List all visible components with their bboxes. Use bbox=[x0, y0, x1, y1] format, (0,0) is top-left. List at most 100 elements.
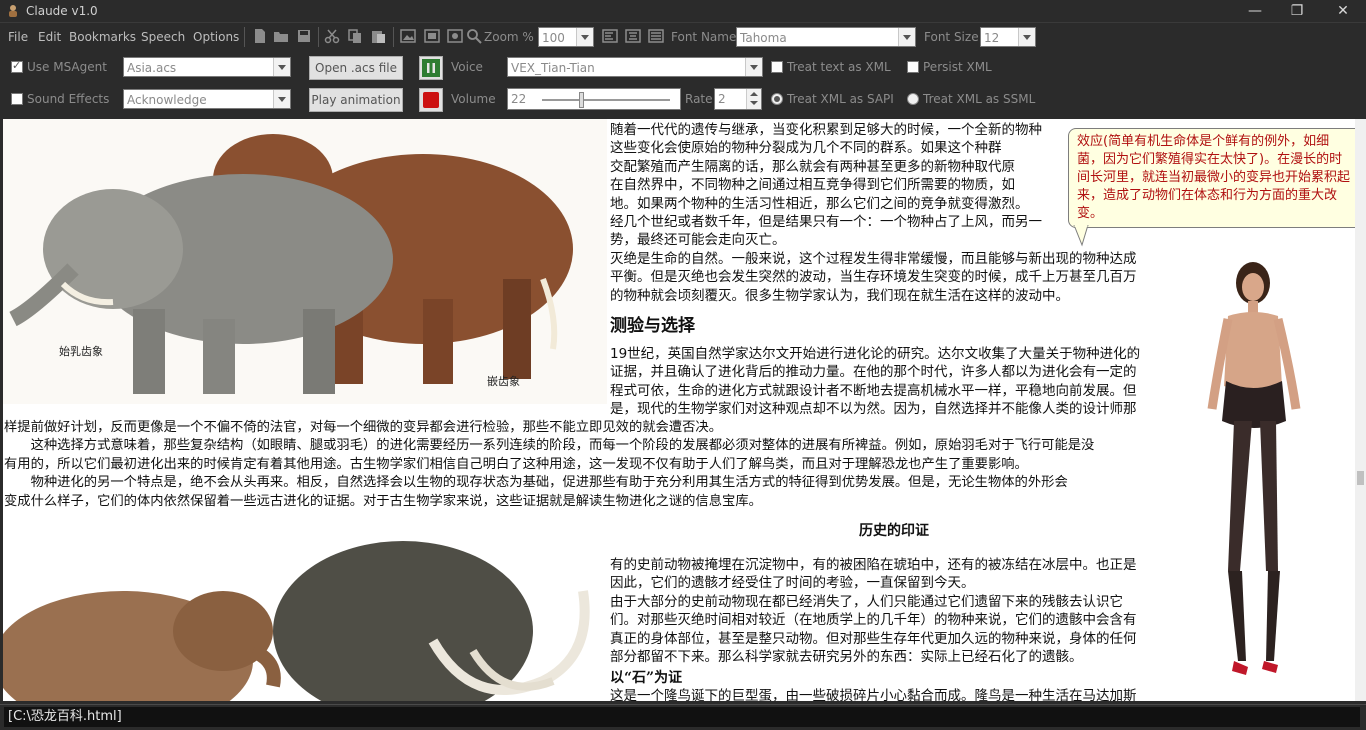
caption-embedded-tusk: 嵌齿象 bbox=[487, 375, 520, 388]
volume-control: 22 bbox=[507, 88, 681, 110]
mammoth-illustration bbox=[3, 511, 607, 701]
minimize-button[interactable]: — bbox=[1232, 0, 1278, 22]
text-line: 随着一代代的遗传与继承，当变化积累到足够大的时候，一个全新的物种 bbox=[610, 122, 1042, 138]
use-msagent-label: Use MSAgent bbox=[27, 60, 107, 74]
toolbar-separator bbox=[393, 27, 394, 47]
text-line: 由于大部分的史前动物现在都已经消失了，人们只能通过它们遗留下来的残骸去认识它 bbox=[610, 593, 1123, 610]
rate-spin-buttons[interactable] bbox=[746, 89, 761, 109]
paragraph-1: 随着一代代的遗传与继承，当变化积累到足够大的时候，一个全新的物种 这些变化会使原… bbox=[610, 121, 1137, 305]
text-line: 部分都留不下来。那么科学家就去研究另外的东西：实际上已经石化了的遗骸。 bbox=[610, 649, 1083, 666]
text-line: 证据，并且确认了进化背后的推动力量。在他的那个时代，许多人都以为进化会有一定的 bbox=[610, 364, 1137, 381]
text-line: 有用的，所以它们最初进化出来的时候肯定有着其他用途。古生物学家们相信自己明白了这… bbox=[4, 456, 1028, 472]
image-fit-icon[interactable] bbox=[424, 28, 440, 44]
title-bar: Claude v1.0 — ❐ ✕ bbox=[0, 0, 1366, 22]
volume-slider-thumb[interactable] bbox=[579, 92, 585, 108]
sound-effects-checkbox[interactable] bbox=[11, 93, 23, 105]
cut-icon[interactable] bbox=[324, 28, 340, 44]
vertical-scrollbar[interactable] bbox=[1355, 119, 1366, 701]
text-line: 的物种就会顷刻覆灭。很多生物学家认为，我们现在就生活在这样的波动中。 bbox=[610, 287, 1069, 304]
open-acs-button[interactable]: Open .acs file bbox=[309, 56, 403, 80]
treat-xml-ssml-radio[interactable] bbox=[907, 93, 919, 105]
paragraph-5: 这是一个隆鸟诞下的巨型蛋，由一些破损碎片小心黏合而成。隆鸟是一种生活在马达加斯 bbox=[610, 688, 1137, 701]
close-button[interactable]: ✕ bbox=[1320, 0, 1366, 22]
zoom-icon[interactable] bbox=[466, 28, 482, 44]
text-line: 们。对那些灭绝时间相对较近（在地质学上的几千年）的物种来说，它们的遗骸中会含有 bbox=[610, 612, 1137, 629]
chevron-down-icon bbox=[273, 58, 290, 76]
animation-value: Acknowledge bbox=[127, 93, 207, 107]
heading-fossil-evidence: 以“石”为证 bbox=[610, 670, 683, 686]
align-justify-icon[interactable] bbox=[648, 28, 664, 44]
agent-speech-balloon: 效应(简单有机生命体是个鲜有的例外，如细菌，因为它们繁殖得实在太快了)。在漫长的… bbox=[1068, 128, 1364, 228]
elephants-illustration bbox=[3, 119, 607, 404]
font-name-value: Tahoma bbox=[740, 31, 787, 45]
text-line: 势，最终还可能会走向灭亡。 bbox=[610, 232, 786, 249]
paste-icon[interactable] bbox=[370, 28, 386, 44]
treat-xml-sapi-radio[interactable] bbox=[771, 93, 783, 105]
menu-options[interactable]: Options bbox=[193, 30, 239, 44]
volume-label: Volume bbox=[451, 92, 496, 106]
treat-text-xml-checkbox[interactable] bbox=[771, 61, 783, 73]
menu-edit[interactable]: Edit bbox=[38, 30, 61, 44]
agent-file-select[interactable]: Asia.acs bbox=[123, 57, 291, 77]
zoom-select[interactable]: 100 bbox=[538, 27, 594, 47]
balloon-text: 效应(简单有机生命体是个鲜有的例外，如细菌，因为它们繁殖得实在太快了)。在漫长的… bbox=[1077, 134, 1351, 221]
rate-label: Rate bbox=[685, 92, 713, 106]
new-file-icon[interactable] bbox=[252, 28, 268, 44]
menu-speech[interactable]: Speech bbox=[141, 30, 185, 44]
agent-character[interactable] bbox=[1198, 261, 1308, 691]
animation-select[interactable]: Acknowledge bbox=[123, 89, 291, 109]
agent-file-value: Asia.acs bbox=[127, 61, 177, 75]
menu-file[interactable]: File bbox=[8, 30, 28, 44]
sound-effects-label: Sound Effects bbox=[27, 92, 110, 106]
use-msagent-checkbox[interactable] bbox=[11, 59, 23, 73]
text-line: 交配繁殖而产生隔离的话，那么就会有两种甚至更多的新物种取代原 bbox=[610, 158, 1015, 175]
menu-bookmarks[interactable]: Bookmarks bbox=[69, 30, 136, 44]
image-size-icon[interactable] bbox=[447, 28, 463, 44]
chevron-down-icon bbox=[745, 58, 762, 76]
treat-text-xml-label: Treat text as XML bbox=[787, 60, 891, 74]
text-line: 有的史前动物被掩埋在沉淀物中，有的被困陷在琥珀中，还有的被冻结在冰层中。也正是 bbox=[610, 557, 1137, 573]
pause-button[interactable] bbox=[419, 56, 443, 80]
window-title: Claude v1.0 bbox=[26, 4, 98, 18]
treat-xml-sapi-label: Treat XML as SAPI bbox=[787, 92, 894, 106]
font-name-select[interactable]: Tahoma bbox=[736, 27, 916, 47]
balloon-tail bbox=[1073, 225, 1089, 247]
text-line: 变成什么样子，它们的体内依然保留着一些远古进化的证据。对于古生物学家来说，这些证… bbox=[4, 493, 762, 509]
chevron-down-icon bbox=[1018, 28, 1035, 46]
chevron-down-icon bbox=[750, 101, 758, 105]
chevron-down-icon bbox=[576, 28, 593, 46]
text-line: 地。如果两个物种的生活习性相近，那么它们之间的竞争就变得激烈。 bbox=[610, 195, 1029, 212]
font-size-select[interactable]: 12 bbox=[980, 27, 1036, 47]
file-path: [C:\恐龙百科.html] bbox=[4, 707, 1360, 727]
rate-value: 2 bbox=[718, 92, 726, 106]
persist-xml-checkbox[interactable] bbox=[907, 61, 919, 73]
scrollbar-thumb[interactable] bbox=[1357, 471, 1364, 485]
save-icon[interactable] bbox=[296, 28, 312, 44]
app-icon bbox=[9, 5, 17, 17]
text-line: 经几个世纪或者数千年，但是结果只有一个：一个物种占了上风，而另一 bbox=[610, 214, 1042, 231]
volume-slider-track[interactable] bbox=[542, 99, 670, 101]
agent-controls: Use MSAgent Asia.acs Open .acs file Voic… bbox=[0, 52, 1366, 118]
voice-select[interactable]: VEX_Tian-Tian bbox=[507, 57, 763, 77]
treat-xml-ssml-label: Treat XML as SSML bbox=[923, 92, 1036, 106]
rate-spinner[interactable]: 2 bbox=[714, 88, 762, 110]
stop-button[interactable] bbox=[419, 88, 443, 112]
copy-icon[interactable] bbox=[347, 28, 363, 44]
stop-icon bbox=[423, 92, 439, 108]
image-icon[interactable] bbox=[400, 28, 416, 44]
open-folder-icon[interactable] bbox=[273, 28, 289, 44]
persist-xml-label: Persist XML bbox=[923, 60, 992, 74]
status-bar: [C:\恐龙百科.html] bbox=[0, 704, 1366, 730]
text-line: 灭绝是生命的自然。一般来说，这个过程发生得非常缓慢，而且能够与新出现的物种达成 bbox=[610, 250, 1137, 267]
paragraph-4: 有的史前动物被掩埋在沉淀物中，有的被困陷在琥珀中，还有的被冻结在冰层中。也正是 … bbox=[610, 556, 1137, 666]
zoom-value: 100 bbox=[542, 31, 565, 45]
align-left-icon[interactable] bbox=[602, 28, 618, 44]
text-line: 样提前做好计划，反而更像是一个不偏不倚的法官，对每一个细微的变异都会进行检验，那… bbox=[4, 420, 723, 435]
toolbar-separator bbox=[318, 27, 319, 47]
maximize-button[interactable]: ❐ bbox=[1274, 0, 1320, 22]
align-center-icon[interactable] bbox=[625, 28, 641, 44]
text-line: 这种选择方式意味着，那些复杂结构（如眼睛、腿或羽毛）的进化需要经历一系列连续的阶… bbox=[4, 438, 1095, 454]
paragraph-2: 19世纪，英国自然学家达尔文开始进行进化论的研究。达尔文收集了大量关于物种进化的… bbox=[610, 345, 1140, 419]
play-animation-button[interactable]: Play animation bbox=[309, 88, 403, 112]
voice-value: VEX_Tian-Tian bbox=[511, 61, 595, 75]
